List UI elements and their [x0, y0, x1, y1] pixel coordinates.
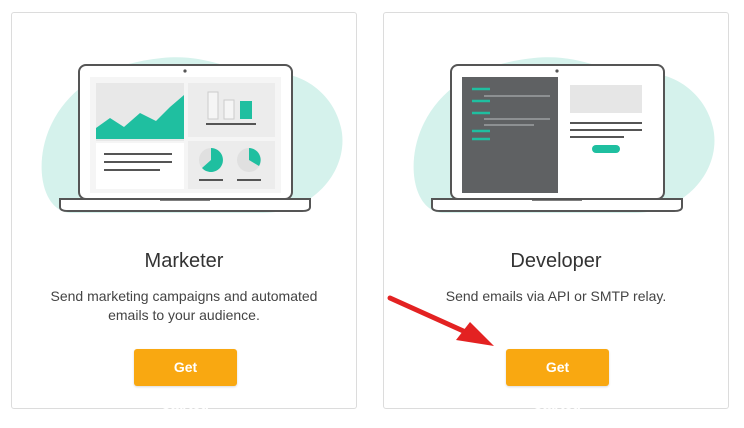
card-title: Marketer [144, 250, 224, 272]
marketer-card[interactable]: Marketer Send marketing campaigns and au… [11, 12, 357, 412]
marketer-illustration [41, 57, 343, 214]
marketer-get-started-button[interactable]: Get started [134, 349, 237, 412]
developer-illustration [413, 57, 715, 214]
card-title: Developer [510, 250, 602, 272]
developer-get-started-button[interactable]: Get started [506, 349, 609, 412]
red-arrow-icon [387, 295, 494, 346]
card-description: Send marketing campaigns and automated e… [50, 288, 318, 323]
